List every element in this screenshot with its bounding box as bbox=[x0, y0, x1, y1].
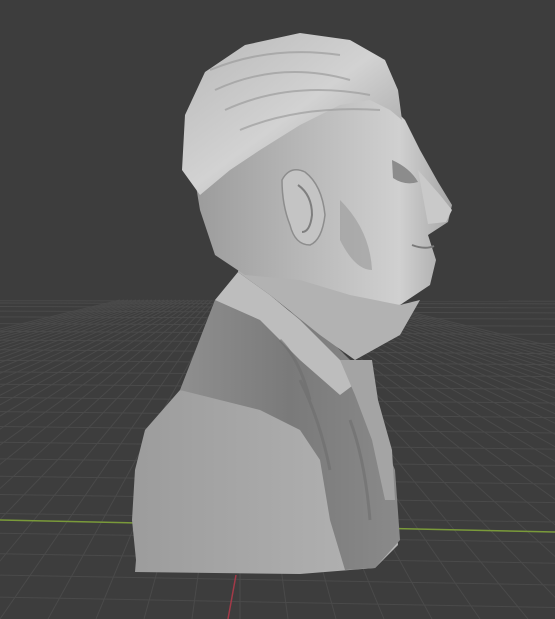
y-axis-line bbox=[227, 574, 237, 619]
grid-line bbox=[0, 574, 555, 586]
viewport-canvas[interactable] bbox=[0, 0, 555, 619]
3d-viewport[interactable] bbox=[0, 0, 555, 619]
grid-line bbox=[0, 596, 555, 608]
